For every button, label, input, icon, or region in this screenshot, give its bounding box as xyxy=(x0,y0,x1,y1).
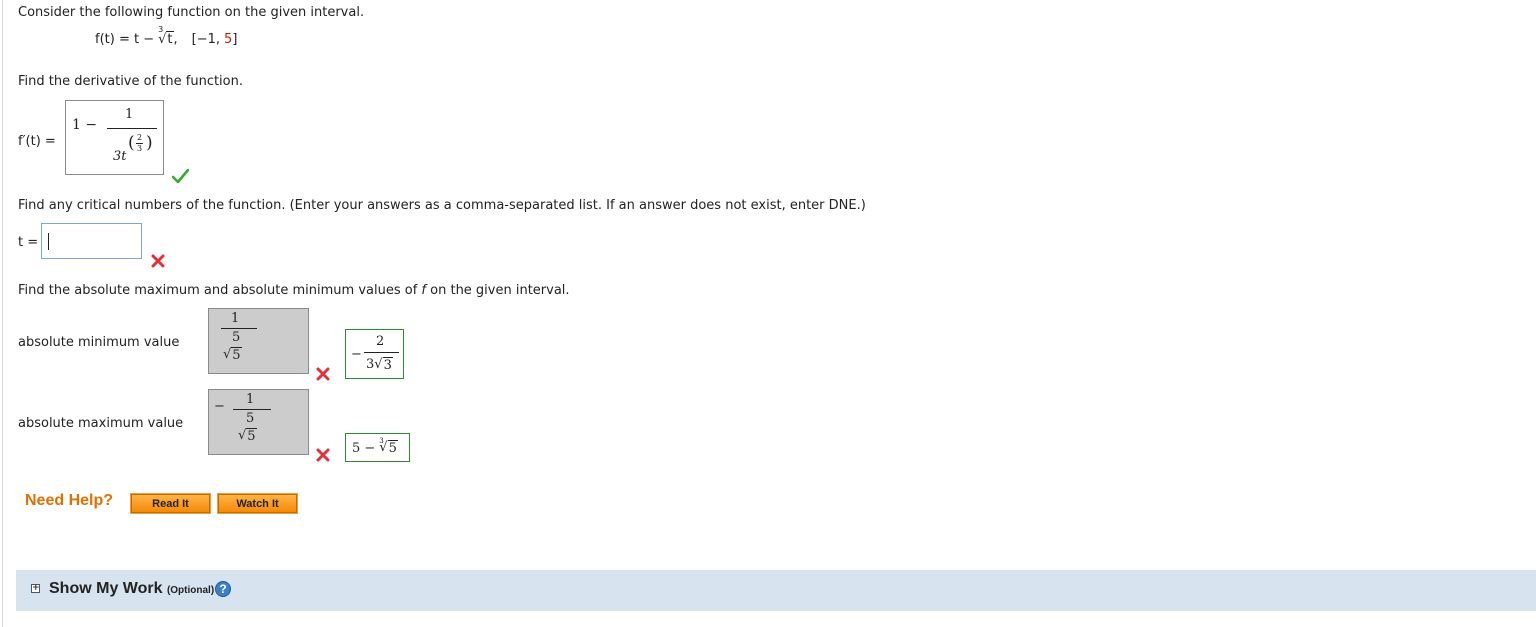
min-answer-num: 1 xyxy=(231,311,240,326)
need-help-title: Need Help? xyxy=(25,492,114,509)
abs-max-answer-box[interactable]: − 1 5 √ 5 xyxy=(208,389,309,455)
interval-open: [−1, xyxy=(191,32,221,47)
max-answer-root: √ 5 xyxy=(238,428,257,444)
derivative-label: f′(t) = xyxy=(18,134,56,149)
min-answer-root: √ 5 xyxy=(223,347,242,363)
incorrect-x-icon xyxy=(316,448,330,462)
max-answer-num: 1 xyxy=(246,392,255,407)
correct-check-icon xyxy=(172,169,189,183)
root-index: 3 xyxy=(158,25,164,34)
abs-max-label: absolute maximum value xyxy=(18,416,184,431)
part3-prompt: Find the absolute maximum and absolute m… xyxy=(18,283,570,298)
abs-min-answer-box[interactable]: 1 5 √ 5 xyxy=(208,308,309,374)
help-question-icon[interactable]: ? xyxy=(215,581,231,597)
interval-close: ] xyxy=(232,32,238,47)
critical-numbers-input[interactable] xyxy=(41,223,142,259)
min-correct-den: 3 √ 3 xyxy=(366,357,393,373)
show-my-work-bar[interactable]: + Show My Work (Optional) ? xyxy=(16,570,1536,611)
watch-it-button[interactable]: Watch It xyxy=(217,493,298,514)
part2-prompt: Find any critical numbers of the functio… xyxy=(18,198,866,213)
expand-plus-icon[interactable]: + xyxy=(31,584,40,593)
exponent-numerator: 2 xyxy=(137,133,143,142)
part1-prompt: Find the derivative of the function. xyxy=(18,74,243,89)
min-correct-num: 2 xyxy=(376,334,385,349)
show-my-work-label: Show My Work (Optional) xyxy=(49,580,215,597)
abs-min-correct-answer: − 2 3 √ 3 xyxy=(345,329,404,379)
left-border xyxy=(2,0,3,627)
critical-label: t = xyxy=(18,235,39,250)
function-definition: f(t) = t − 3 √ t , [−1, 5 ] xyxy=(95,25,238,47)
question-intro: Consider the following function on the g… xyxy=(18,5,365,20)
cube-root: 3 √ t xyxy=(158,25,174,47)
incorrect-x-icon xyxy=(151,254,165,268)
derivative-numerator: 1 xyxy=(125,107,134,122)
derivative-fraction-bar xyxy=(107,128,157,129)
function-lhs: f(t) = t − xyxy=(95,32,155,47)
text-cursor xyxy=(48,233,49,250)
incorrect-x-icon xyxy=(316,367,330,381)
interval-upper: 5 xyxy=(224,32,233,47)
min-answer-mid: 5 xyxy=(232,330,241,345)
root-arg: t xyxy=(166,31,174,47)
derivative-denominator: 3t xyxy=(113,149,127,164)
abs-max-correct-answer: 5 − 3 √ 5 xyxy=(345,433,410,462)
exponent-paren-right: ) xyxy=(146,133,153,153)
abs-min-label: absolute minimum value xyxy=(18,335,180,350)
read-it-button[interactable]: Read It xyxy=(130,493,211,514)
exponent-paren-left: ( xyxy=(128,133,135,153)
function-separator: , xyxy=(173,32,178,47)
exponent-denominator: 3 xyxy=(137,144,143,153)
derivative-one: 1 − xyxy=(72,117,98,133)
derivative-answer-box[interactable]: 1 − 1 3t ( 2 3 ) xyxy=(65,100,164,175)
max-answer-mid: 5 xyxy=(246,411,255,426)
